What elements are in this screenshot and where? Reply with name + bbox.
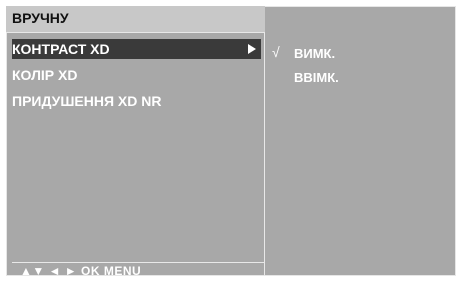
option-off[interactable]: ВИМК. (294, 46, 335, 61)
check-icon: √ (272, 44, 280, 60)
menu-title: ВРУЧНУ (12, 10, 69, 26)
menu-item-xd-nr[interactable]: ПРИДУШЕННЯ XD NR (12, 93, 161, 109)
arrow-right-icon (248, 44, 256, 54)
navigation-hint: ▲▼ ◄ ► OK MENU (20, 264, 142, 278)
menu-item-contrast-xd[interactable]: КОНТРАСТ XD (12, 41, 110, 57)
option-on[interactable]: ВВІМК. (294, 70, 339, 85)
menu-item-color-xd[interactable]: КОЛІР XD (12, 67, 77, 83)
